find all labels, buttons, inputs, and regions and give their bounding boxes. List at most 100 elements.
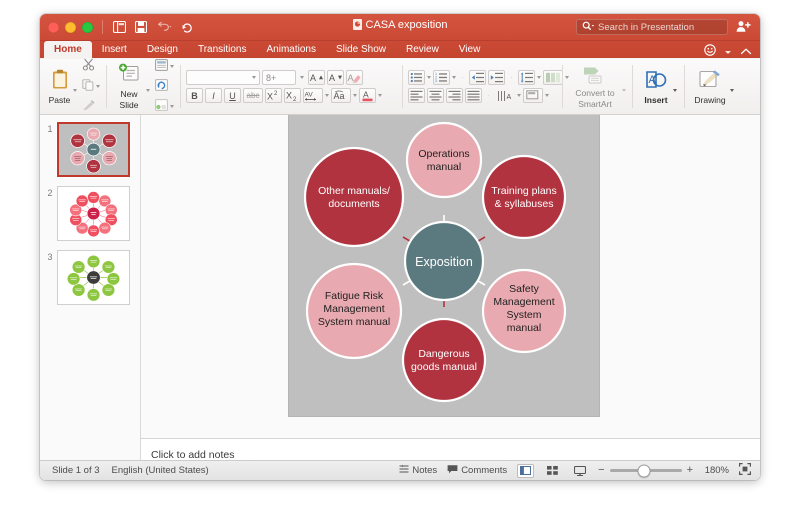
chevron-down-icon[interactable] <box>725 50 731 54</box>
text-direction-caret[interactable] <box>517 94 521 97</box>
paste-dropdown-caret[interactable] <box>73 89 77 92</box>
minimize-window-button[interactable] <box>65 22 76 33</box>
text-direction-button[interactable]: A <box>495 88 515 103</box>
maximize-window-button[interactable] <box>82 22 93 33</box>
section-icon[interactable] <box>155 98 168 116</box>
strikethrough-button[interactable]: abc <box>243 88 263 103</box>
align-center-button[interactable] <box>427 88 444 103</box>
zoom-knob[interactable] <box>637 464 651 477</box>
character-spacing-caret[interactable] <box>325 94 329 97</box>
clear-formatting-button[interactable]: A <box>346 70 363 85</box>
font-name-caret[interactable] <box>252 76 256 79</box>
bullets-button[interactable] <box>408 70 425 85</box>
cut-icon[interactable] <box>82 58 100 76</box>
language-indicator[interactable]: English (United States) <box>112 465 209 476</box>
search-box[interactable]: Search in Presentation <box>576 19 728 35</box>
columns-button[interactable] <box>543 70 563 85</box>
font-color-caret[interactable] <box>378 94 382 97</box>
diagram-node-dangerous-goods[interactable]: Dangerous goods manual <box>401 317 487 403</box>
normal-view-button[interactable] <box>517 463 535 478</box>
insert-dropdown-caret[interactable] <box>673 89 677 92</box>
tab-review[interactable]: Review <box>396 41 449 58</box>
slide-canvas[interactable]: Operations manual Training plans & sylla… <box>289 115 599 416</box>
reset-slide-icon[interactable] <box>155 78 174 96</box>
zoom-slider[interactable]: − + <box>598 464 693 477</box>
slide-layout-icon[interactable] <box>155 58 168 76</box>
slide-sorter-button[interactable] <box>544 464 561 478</box>
tab-transitions[interactable]: Transitions <box>188 41 257 58</box>
numbering-button[interactable]: 1 2 3 <box>433 70 450 85</box>
slide-thumbnail-2[interactable] <box>57 186 130 241</box>
drawing-dropdown-caret[interactable] <box>730 89 734 92</box>
zoom-track[interactable] <box>609 464 682 477</box>
share-icon[interactable] <box>736 20 751 38</box>
line-spacing-caret[interactable] <box>537 76 541 79</box>
slide-thumbnail-panel[interactable]: 1 2 3 <box>40 115 141 480</box>
notes-button[interactable]: Notes <box>399 464 437 477</box>
font-size-caret[interactable] <box>300 76 304 79</box>
character-spacing-button[interactable]: AV <box>303 88 323 103</box>
slide-thumbnail-1[interactable] <box>57 122 130 177</box>
bullets-caret[interactable] <box>427 76 431 79</box>
new-slide-dropdown-caret[interactable] <box>146 89 150 92</box>
copy-icon[interactable] <box>82 78 94 96</box>
copy-dropdown-caret[interactable] <box>96 85 100 88</box>
presenter-view-button[interactable] <box>571 464 588 478</box>
italic-button[interactable]: I <box>205 88 222 103</box>
insert-button[interactable]: A Insert <box>639 69 673 105</box>
tab-view[interactable]: View <box>449 41 491 58</box>
diagram-node-other-manuals[interactable]: Other manuals/ documents <box>303 146 405 248</box>
align-text-button[interactable] <box>523 88 543 103</box>
diagram-node-center-exposition[interactable]: Exposition <box>403 220 485 302</box>
redo-icon[interactable] <box>181 21 193 33</box>
diagram-node-safety-management[interactable]: Safety Management System manual <box>481 268 567 354</box>
decrease-indent-button[interactable] <box>469 70 486 85</box>
close-window-button[interactable] <box>48 22 59 33</box>
fit-to-window-icon[interactable] <box>739 463 751 478</box>
change-case-button[interactable]: Aa <box>331 88 351 103</box>
align-text-caret[interactable] <box>545 94 549 97</box>
line-spacing-button[interactable] <box>518 70 535 85</box>
tab-slide-show[interactable]: Slide Show <box>326 41 396 58</box>
underline-button[interactable]: U <box>224 88 241 103</box>
font-size-input[interactable]: 8+ <box>262 70 296 85</box>
undo-icon[interactable] <box>156 21 172 33</box>
bold-button[interactable]: B <box>186 88 203 103</box>
slide-canvas-area[interactable]: Operations manual Training plans & sylla… <box>141 115 760 480</box>
grow-font-button[interactable]: A <box>308 70 325 85</box>
shrink-font-button[interactable]: A <box>327 70 344 85</box>
slide-thumbnail-3[interactable] <box>57 250 130 305</box>
convert-to-smartart-button[interactable]: Convert to SmartArt <box>568 64 622 109</box>
smartart-dropdown-caret[interactable] <box>622 89 626 92</box>
radial-diagram[interactable]: Operations manual Training plans & sylla… <box>289 115 599 416</box>
layout-dropdown-caret[interactable] <box>170 65 174 68</box>
save-icon[interactable] <box>135 21 147 33</box>
zoom-in-button[interactable]: + <box>687 465 693 476</box>
font-color-button[interactable]: A <box>359 88 376 103</box>
diagram-node-operations-manual[interactable]: Operations manual <box>405 121 483 199</box>
section-dropdown-caret[interactable] <box>170 105 174 108</box>
layout-icon[interactable] <box>113 21 126 33</box>
justify-button[interactable] <box>465 88 482 103</box>
change-case-caret[interactable] <box>353 94 357 97</box>
new-slide-button[interactable]: New Slide <box>112 63 146 110</box>
numbering-caret[interactable] <box>452 76 456 79</box>
diagram-node-training-plans[interactable]: Training plans & syllabuses <box>481 154 567 240</box>
align-left-button[interactable] <box>408 88 425 103</box>
superscript-button[interactable]: X 2 <box>265 88 282 103</box>
diagram-node-fatigue-risk[interactable]: Fatigue Risk Management System manual <box>305 262 403 360</box>
tab-home[interactable]: Home <box>44 41 92 58</box>
tab-insert[interactable]: Insert <box>92 41 137 58</box>
tab-design[interactable]: Design <box>137 41 188 58</box>
align-right-button[interactable] <box>446 88 463 103</box>
paste-button[interactable]: Paste <box>46 69 73 105</box>
format-painter-icon[interactable] <box>82 98 100 116</box>
zoom-out-button[interactable]: − <box>598 465 604 476</box>
comments-button[interactable]: Comments <box>447 464 507 477</box>
search-input[interactable]: Search in Presentation <box>598 22 694 33</box>
tab-animations[interactable]: Animations <box>257 41 326 58</box>
subscript-button[interactable]: X 2 <box>284 88 301 103</box>
font-name-input[interactable] <box>186 70 260 85</box>
increase-indent-button[interactable] <box>488 70 505 85</box>
zoom-level[interactable]: 180% <box>703 465 729 476</box>
